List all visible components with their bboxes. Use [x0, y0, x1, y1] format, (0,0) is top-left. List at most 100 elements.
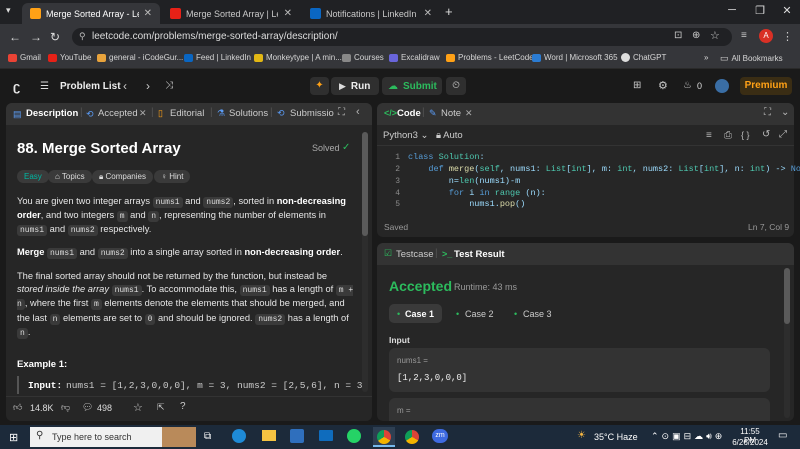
- tab-code[interactable]: Code: [397, 108, 421, 119]
- zoom-app-icon[interactable]: zm: [432, 429, 448, 443]
- tab-note[interactable]: Note: [441, 108, 461, 119]
- window-close-icon[interactable]: ✕: [777, 4, 797, 17]
- submit-button[interactable]: ☁ Submit: [382, 77, 442, 95]
- description-scrollbar-thumb[interactable]: [362, 132, 368, 236]
- thumbs-down-icon[interactable]: 👎︎: [61, 402, 70, 413]
- tab-editorial[interactable]: Editorial: [170, 108, 204, 119]
- share-icon[interactable]: ⇱: [157, 402, 165, 413]
- maximize-icon[interactable]: ❐: [750, 4, 770, 17]
- bookmark-icon[interactable]: ⎙: [724, 130, 732, 141]
- forward-arrow-icon[interactable]: →: [30, 30, 42, 44]
- close-icon[interactable]: ✕: [424, 8, 432, 19]
- list-icon: ☰: [40, 81, 49, 92]
- tab-search-icon[interactable]: ▾: [6, 5, 11, 16]
- result-scrollbar-thumb[interactable]: [784, 268, 790, 324]
- mail-icon[interactable]: [319, 430, 333, 441]
- install-icon[interactable]: ⊡: [674, 30, 682, 41]
- maximize-panel-icon[interactable]: ⛶: [338, 107, 345, 118]
- file-explorer-icon[interactable]: [262, 430, 276, 441]
- format-icon[interactable]: ≡: [706, 130, 712, 141]
- tab-solutions[interactable]: Solutions: [229, 108, 268, 119]
- edge-icon[interactable]: [232, 429, 246, 443]
- bookmark-linkedin[interactable]: Feed | LinkedIn: [184, 53, 251, 62]
- problem-list-link[interactable]: Problem List: [60, 81, 121, 92]
- all-bookmarks[interactable]: ▭ All Bookmarks: [720, 53, 783, 64]
- tab-accepted[interactable]: Accepted: [98, 108, 138, 119]
- help-icon[interactable]: ?: [180, 401, 186, 412]
- favorite-star-icon[interactable]: ☆: [133, 401, 143, 414]
- code-menu-icon[interactable]: ⌄: [781, 107, 789, 118]
- task-view-icon[interactable]: ⧉: [204, 431, 211, 442]
- whatsapp-icon[interactable]: [347, 429, 361, 443]
- windows-start-icon[interactable]: ⊞: [9, 431, 18, 444]
- minimize-icon[interactable]: ─: [722, 4, 742, 16]
- hint-chip[interactable]: ♀ Hint: [154, 170, 191, 183]
- collapse-panel-icon[interactable]: ‹: [356, 106, 360, 118]
- topics-chip[interactable]: ⌂ Topics: [48, 170, 92, 183]
- tab-submissions[interactable]: Submissio: [290, 108, 334, 119]
- zoom-icon[interactable]: ⊕: [692, 30, 700, 41]
- notification-center-icon[interactable]: ▭: [778, 430, 787, 441]
- system-tray-icons[interactable]: ⌃⊙▣⊟☁🔊︎⊕: [651, 431, 725, 442]
- menu-kebab-icon[interactable]: ⋮: [782, 30, 793, 43]
- browser-tab-youtube[interactable]: Merge Sorted Array | Leetcode ✕: [162, 3, 300, 24]
- bookmark-excalidraw[interactable]: Excalidraw: [389, 53, 440, 62]
- close-accepted-icon[interactable]: ✕: [139, 108, 147, 119]
- run-button[interactable]: ▶ Run: [331, 77, 379, 95]
- extensions-icon[interactable]: ≡: [741, 30, 747, 41]
- autocomplete-toggle[interactable]: 🔒︎ Auto: [436, 130, 463, 141]
- code-line: def merge(self, nums1: List[int], m: int…: [428, 164, 800, 174]
- new-tab-button[interactable]: +: [445, 4, 453, 19]
- submit-label: Submit: [403, 80, 437, 92]
- reset-icon[interactable]: ↺: [762, 129, 770, 140]
- debug-icon[interactable]: ✦: [310, 77, 329, 95]
- chrome-icon[interactable]: [405, 430, 419, 444]
- bookmark-chatgpt[interactable]: ChatGPT: [621, 53, 666, 62]
- language-select[interactable]: Python3 ⌄: [383, 130, 428, 141]
- bookmark-star-icon[interactable]: ☆: [710, 29, 720, 42]
- braces-icon[interactable]: { }: [741, 130, 750, 140]
- store-icon[interactable]: [290, 429, 304, 443]
- case-dot-icon: •: [397, 309, 401, 319]
- thumbs-up-icon[interactable]: 👍︎: [13, 402, 22, 413]
- tab-test-result[interactable]: Test Result: [454, 249, 505, 260]
- bookmark-gmail[interactable]: Gmail: [8, 53, 41, 62]
- profile-avatar[interactable]: A: [759, 29, 773, 43]
- leetcode-logo-icon[interactable]: ʗ: [13, 79, 25, 94]
- bookmark-courses[interactable]: Courses: [342, 53, 384, 62]
- premium-button[interactable]: Premium: [740, 77, 792, 95]
- next-problem-icon[interactable]: ›: [146, 79, 150, 93]
- clock-date: 6/26/2024: [732, 438, 768, 447]
- bookmark-word[interactable]: Word | Microsoft 365: [532, 53, 618, 62]
- close-icon[interactable]: ✕: [284, 8, 292, 19]
- user-avatar[interactable]: [715, 79, 729, 93]
- close-icon[interactable]: ✕: [144, 8, 152, 19]
- bookmarks-overflow-icon[interactable]: »: [704, 53, 708, 62]
- tab-description[interactable]: Description: [26, 108, 78, 119]
- weather-text[interactable]: 35°C Haze: [594, 432, 638, 442]
- fire-icon[interactable]: ♨: [683, 80, 692, 91]
- timer-icon[interactable]: ⏲: [446, 77, 466, 95]
- close-note-icon[interactable]: ✕: [465, 108, 473, 119]
- fullscreen-icon[interactable]: ⤢: [779, 129, 787, 140]
- accepted-icon: ⟲: [86, 109, 94, 119]
- back-arrow-icon[interactable]: ←: [9, 30, 21, 44]
- maximize-code-icon[interactable]: ⛶: [764, 107, 771, 118]
- comment-icon[interactable]: 💬︎: [82, 402, 93, 413]
- browser-tab-linkedin[interactable]: Notifications | LinkedIn ✕: [302, 3, 440, 24]
- companies-chip[interactable]: 🔒︎ Companies: [92, 170, 153, 184]
- tab-title: Merge Sorted Array - LeetCode: [46, 8, 139, 19]
- bookmark-monkeytype[interactable]: Monkeytype | A min...: [254, 53, 342, 62]
- tab-testcase[interactable]: Testcase: [396, 249, 434, 260]
- settings-gear-icon[interactable]: ⚙: [658, 79, 668, 92]
- prev-problem-icon[interactable]: ‹: [123, 79, 127, 93]
- bookmark-icodeguru[interactable]: general - iCodeGur...: [97, 53, 183, 62]
- browser-tab-leetcode[interactable]: Merge Sorted Array - LeetCode ✕: [22, 3, 160, 24]
- site-info-icon[interactable]: ⚲: [79, 31, 86, 42]
- streak-count: 0: [697, 81, 703, 91]
- bookmark-youtube[interactable]: YouTube: [48, 53, 91, 62]
- reload-icon[interactable]: ↻: [50, 30, 60, 44]
- bookmark-leetcode-problems[interactable]: Problems - LeetCode: [446, 53, 534, 62]
- shuffle-icon[interactable]: ⤨: [165, 80, 173, 91]
- layout-grid-icon[interactable]: ⊞: [633, 80, 641, 91]
